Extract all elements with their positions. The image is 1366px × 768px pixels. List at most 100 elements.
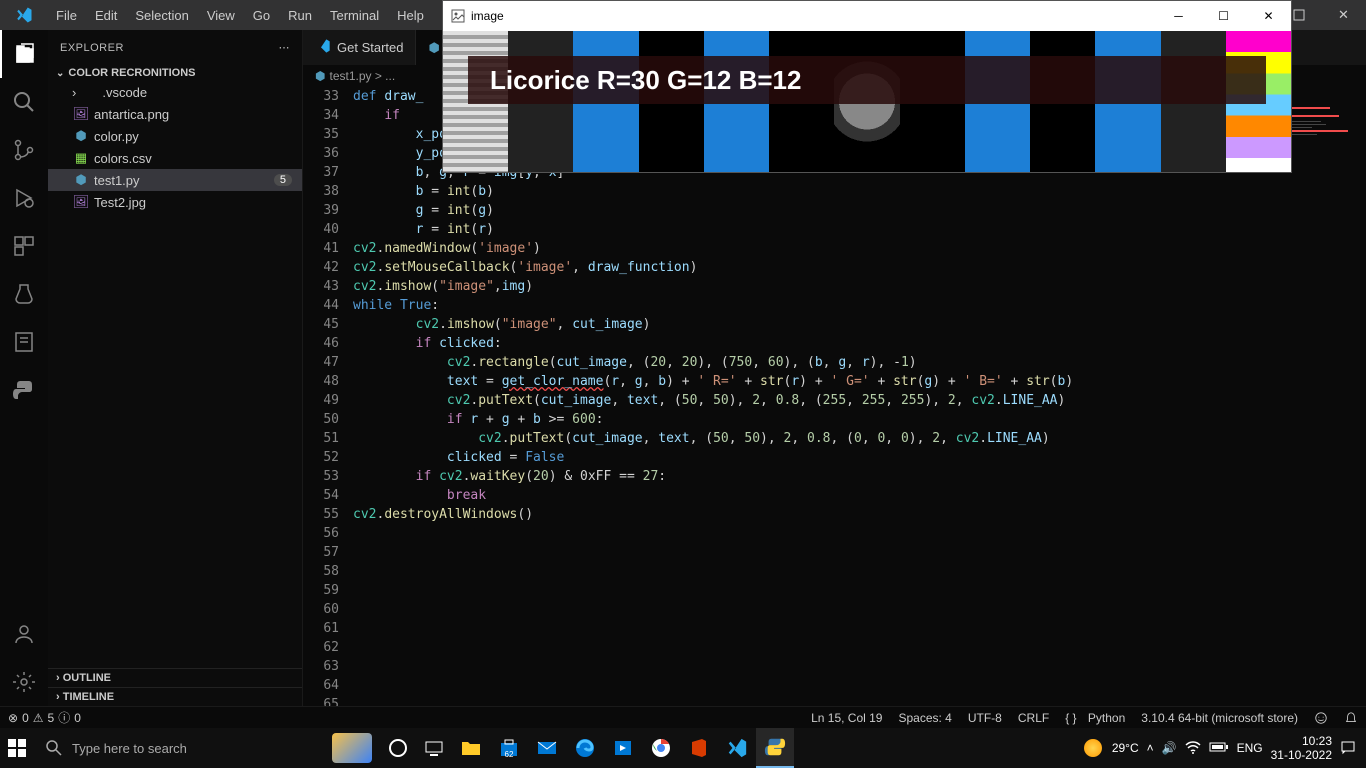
sidebar-header: EXPLORER ⋯: [48, 30, 302, 65]
status-feedback-icon[interactable]: [1306, 711, 1336, 725]
python-file-icon: ⬢: [315, 69, 325, 83]
image-maximize-button[interactable]: ☐: [1201, 1, 1246, 31]
file--vscode[interactable]: ›.vscode: [48, 81, 302, 103]
image-window-titlebar[interactable]: image ─ ☐ ✕: [443, 1, 1291, 31]
menu-go[interactable]: Go: [245, 4, 278, 27]
run-debug-icon[interactable]: [0, 174, 48, 222]
file-antartica-png[interactable]: 🖼antartica.png: [48, 103, 302, 125]
mail-icon[interactable]: [528, 728, 566, 768]
references-icon[interactable]: [0, 318, 48, 366]
settings-icon[interactable]: [0, 658, 48, 706]
status-interpreter[interactable]: 3.10.4 64-bit (microsoft store): [1133, 711, 1306, 725]
battery-icon[interactable]: [1209, 741, 1229, 756]
status-lang[interactable]: { } Python: [1057, 711, 1133, 725]
more-actions-icon[interactable]: ⋯: [279, 41, 291, 54]
menu-bar: FileEditSelectionViewGoRunTerminalHelp: [48, 4, 432, 27]
warning-icon: ⚠: [33, 711, 44, 725]
lang-indicator[interactable]: ENG: [1237, 741, 1263, 755]
file-explorer-icon[interactable]: [452, 728, 490, 768]
start-button[interactable]: [0, 728, 34, 768]
cortana-icon[interactable]: [380, 728, 416, 768]
weather-widget[interactable]: 29°C: [1084, 739, 1139, 757]
chrome-icon[interactable]: [642, 728, 680, 768]
python-env-icon[interactable]: [0, 366, 48, 414]
vscode-logo-icon: [0, 6, 48, 24]
tab-get-started[interactable]: Get Started: [303, 30, 416, 65]
news-widget-icon[interactable]: [324, 728, 380, 768]
menu-run[interactable]: Run: [280, 4, 320, 27]
info-icon: ⓘ: [58, 709, 70, 726]
account-icon[interactable]: [0, 610, 48, 658]
problems-badge: 5: [274, 174, 292, 186]
wifi-icon[interactable]: [1185, 739, 1201, 758]
folder-root[interactable]: ⌄ COLOR RECRONITIONS: [48, 65, 302, 81]
close-button[interactable]: ✕: [1321, 0, 1366, 30]
file-Test2-jpg[interactable]: 🖼Test2.jpg: [48, 191, 302, 213]
chevron-up-icon[interactable]: ˄: [1147, 741, 1154, 755]
image-content[interactable]: Licorice R=30 G=12 B=12: [443, 31, 1291, 172]
store-icon[interactable]: 62: [490, 728, 528, 768]
python-icon: ⬢: [72, 172, 90, 188]
office-icon[interactable]: [680, 728, 718, 768]
line-gutter: 3334353637383940414243444546474849505152…: [303, 87, 353, 706]
taskbar-search[interactable]: Type here to search: [34, 728, 324, 768]
menu-view[interactable]: View: [199, 4, 243, 27]
status-encoding[interactable]: UTF-8: [960, 711, 1010, 725]
csv-icon: ▦: [72, 150, 90, 166]
image-close-button[interactable]: ✕: [1246, 1, 1291, 31]
color-label-overlay: Licorice R=30 G=12 B=12: [468, 56, 1266, 104]
edge-icon[interactable]: [566, 728, 604, 768]
testing-icon[interactable]: [0, 270, 48, 318]
windows-taskbar: Type here to search 62 29°C ˄ 🔊 ENG 10:2…: [0, 728, 1366, 768]
extensions-icon[interactable]: [0, 222, 48, 270]
error-icon: ⊗: [8, 711, 18, 725]
status-bell-icon[interactable]: [1336, 711, 1366, 725]
timeline-section[interactable]: › TIMELINE: [48, 687, 302, 706]
file-color-py[interactable]: ⬢color.py: [48, 125, 302, 147]
python-taskbar-icon[interactable]: [756, 728, 794, 768]
status-bar: ⊗0 ⚠5 ⓘ0 Ln 15, Col 19 Spaces: 4 UTF-8 C…: [0, 706, 1366, 728]
sun-icon: [1084, 739, 1102, 757]
app-icon: [451, 9, 465, 23]
image-window[interactable]: image ─ ☐ ✕ Licorice R=30 G=12 B=12: [442, 0, 1292, 173]
taskview-icon[interactable]: [416, 728, 452, 768]
status-problems[interactable]: ⊗0 ⚠5 ⓘ0: [0, 709, 89, 726]
search-icon[interactable]: [0, 78, 48, 126]
code-editor[interactable]: 3334353637383940414243444546474849505152…: [303, 87, 1366, 706]
sidebar-title: EXPLORER: [60, 42, 124, 54]
outline-section[interactable]: › OUTLINE: [48, 668, 302, 687]
python-icon: ⬢: [72, 128, 90, 144]
explorer-sidebar: EXPLORER ⋯ ⌄ COLOR RECRONITIONS ›.vscode…: [48, 30, 303, 706]
file-test1-py[interactable]: ⬢test1.py5: [48, 169, 302, 191]
activity-bar: [0, 30, 48, 706]
system-tray: 29°C ˄ 🔊 ENG 10:23 31-10-2022: [1084, 734, 1366, 763]
image-icon: 🖼: [72, 194, 90, 210]
file-colors-csv[interactable]: ▦colors.csv: [48, 147, 302, 169]
clock[interactable]: 10:23 31-10-2022: [1271, 734, 1332, 763]
notification-icon[interactable]: [1340, 739, 1356, 758]
status-spaces[interactable]: Spaces: 4: [890, 711, 959, 725]
speaker-icon[interactable]: 🔊: [1162, 741, 1177, 755]
menu-terminal[interactable]: Terminal: [322, 4, 387, 27]
menu-selection[interactable]: Selection: [127, 4, 196, 27]
status-cursor[interactable]: Ln 15, Col 19: [803, 711, 890, 725]
welcome-icon: [315, 38, 331, 57]
code-content[interactable]: def draw_ if x_pos = x y_pos = y b, g, r…: [353, 87, 1366, 706]
image-window-title: image: [471, 9, 504, 23]
movies-icon[interactable]: [604, 728, 642, 768]
chevron-down-icon: ⌄: [56, 68, 64, 79]
image-minimize-button[interactable]: ─: [1156, 1, 1201, 31]
status-eol[interactable]: CRLF: [1010, 711, 1057, 725]
folder-name: COLOR RECRONITIONS: [68, 67, 195, 79]
file-tree: ›.vscode🖼antartica.png⬢color.py▦colors.c…: [48, 81, 302, 668]
python-icon: ⬢: [428, 40, 439, 56]
search-icon: [46, 740, 62, 756]
svg-text:62: 62: [505, 750, 514, 759]
vscode-taskbar-icon[interactable]: [718, 728, 756, 768]
image-icon: 🖼: [72, 106, 90, 122]
menu-help[interactable]: Help: [389, 4, 432, 27]
menu-edit[interactable]: Edit: [87, 4, 125, 27]
source-control-icon[interactable]: [0, 126, 48, 174]
explorer-icon[interactable]: [0, 30, 48, 78]
menu-file[interactable]: File: [48, 4, 85, 27]
